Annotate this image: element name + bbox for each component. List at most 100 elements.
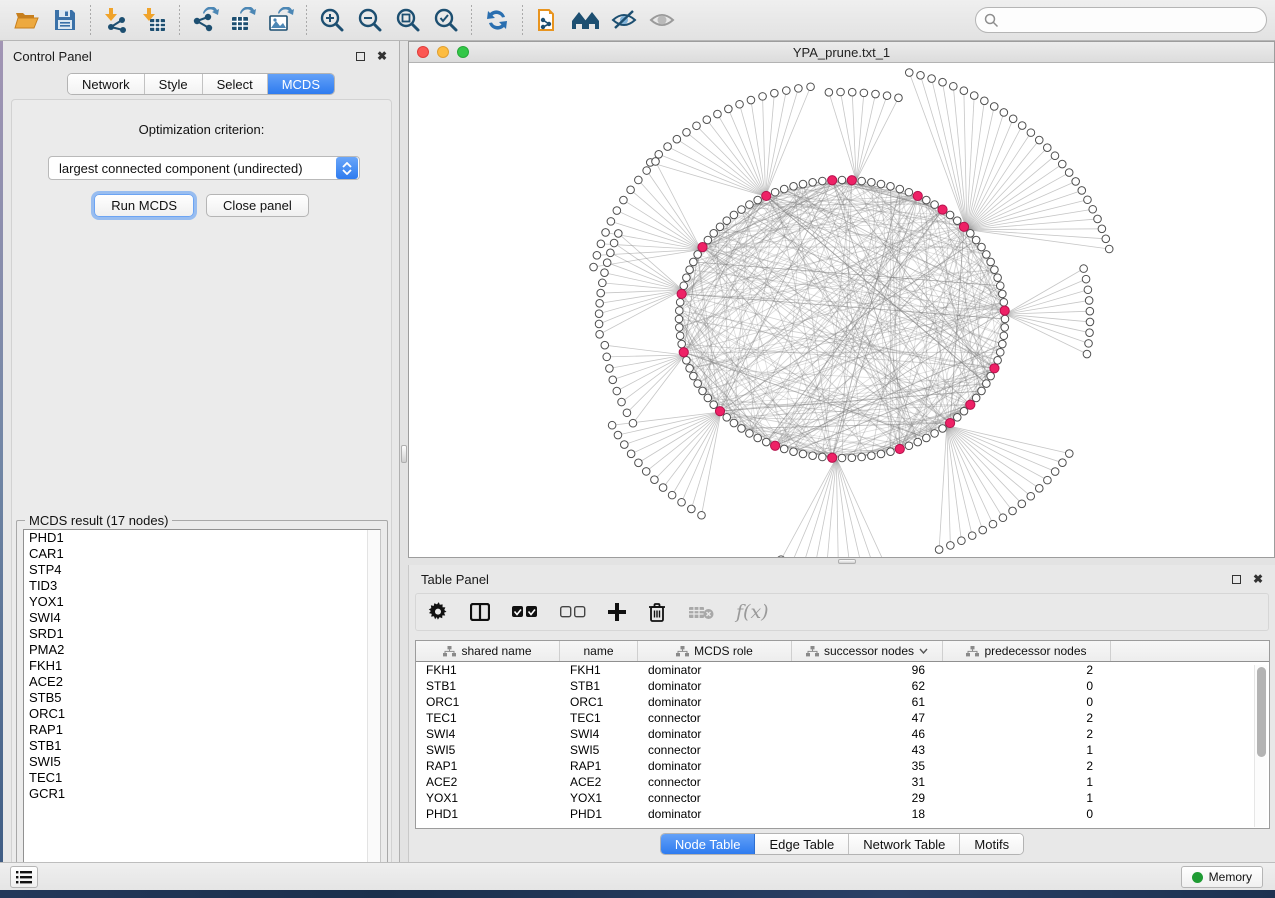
table-row[interactable]: ORC1ORC1dominator610 [416,694,1269,710]
table-row[interactable]: STB1STB1dominator620 [416,678,1269,694]
tab-style[interactable]: Style [145,74,203,94]
zoom-selected-icon[interactable] [427,3,465,37]
tab-edge-table[interactable]: Edge Table [755,834,849,854]
memory-button[interactable]: Memory [1181,866,1263,888]
shared-column-icon [676,646,689,657]
mcds-result-item[interactable]: YOX1 [24,594,380,610]
table-row[interactable]: PHD1PHD1dominator180 [416,806,1269,822]
mcds-result-item[interactable]: FKH1 [24,658,380,674]
tab-network-table[interactable]: Network Table [849,834,960,854]
search-input[interactable] [975,7,1267,33]
mcds-result-item[interactable]: CAR1 [24,546,380,562]
mcds-result-item[interactable]: PHD1 [24,530,380,546]
float-panel-icon[interactable] [353,49,367,63]
deselect-all-icon[interactable] [560,606,586,618]
mcds-result-item[interactable]: ORC1 [24,706,380,722]
add-column-icon[interactable] [608,603,626,621]
mcds-result-item[interactable]: TID3 [24,578,380,594]
function-builder-icon[interactable]: f(x) [736,601,769,623]
tab-node-table[interactable]: Node Table [661,834,756,854]
tab-mcds[interactable]: MCDS [268,74,334,94]
column-header-shared-name[interactable]: shared name [416,641,560,661]
mcds-result-item[interactable]: SWI4 [24,610,380,626]
criterion-dropdown[interactable]: largest connected component (undirected) [48,156,360,180]
hide-selection-icon[interactable] [605,3,643,37]
table-toolbar: f(x) [415,593,1269,631]
table-row[interactable]: RAP1RAP1dominator352 [416,758,1269,774]
network-from-document-icon[interactable] [529,3,567,37]
table-cell: connector [638,790,792,806]
column-header-successor-nodes[interactable]: successor nodes [792,641,943,661]
save-icon[interactable] [46,3,84,37]
maximize-window-icon[interactable] [457,46,469,58]
table-row[interactable]: ACE2ACE2connector311 [416,774,1269,790]
table-scrollbar-thumb[interactable] [1257,667,1266,757]
close-panel-icon[interactable]: ✖ [375,49,389,63]
close-window-icon[interactable] [417,46,429,58]
mcds-result-item[interactable]: PMA2 [24,642,380,658]
table-row[interactable]: FKH1FKH1dominator962 [416,662,1269,678]
network-window-titlebar[interactable]: YPA_prune.txt_1 [409,42,1274,63]
mcds-result-item[interactable]: GCR1 [24,786,380,802]
node-table-header: shared name name MCDS role successor nod… [416,641,1269,662]
mcds-result-item[interactable]: SWI5 [24,754,380,770]
mcds-result-item[interactable]: RAP1 [24,722,380,738]
first-neighbors-icon[interactable] [567,3,605,37]
delete-column-icon[interactable] [648,602,666,622]
column-header-predecessor-nodes[interactable]: predecessor nodes [943,641,1111,661]
table-tabbar: Node Table Edge Table Network Table Moti… [660,833,1024,855]
tab-select[interactable]: Select [203,74,268,94]
tab-motifs[interactable]: Motifs [960,834,1023,854]
table-cell: 2 [943,710,1111,726]
mcds-result-list[interactable]: PHD1CAR1STP4TID3YOX1SWI4SRD1PMA2FKH1ACE2… [23,529,381,873]
mcds-list-scrollbar[interactable] [367,530,380,872]
network-graph[interactable] [409,63,1274,557]
horizontal-splitter-handle[interactable] [838,559,856,564]
zoom-out-icon[interactable] [351,3,389,37]
zoom-in-icon[interactable] [313,3,351,37]
table-cell: TEC1 [416,710,560,726]
zoom-fit-icon[interactable] [389,3,427,37]
split-columns-icon[interactable] [470,603,490,621]
mcds-result-item[interactable]: STB1 [24,738,380,754]
export-table-icon[interactable] [224,3,262,37]
table-row[interactable]: TEC1TEC1connector472 [416,710,1269,726]
export-image-icon[interactable] [262,3,300,37]
run-mcds-button[interactable]: Run MCDS [94,194,194,217]
vertical-splitter[interactable] [400,41,408,862]
close-panel-button[interactable]: Close panel [206,194,309,217]
column-header-mcds-role[interactable]: MCDS role [638,641,792,661]
refresh-icon[interactable] [478,3,516,37]
main-toolbar [0,0,1275,41]
select-all-icon[interactable] [512,606,538,618]
export-network-icon[interactable] [186,3,224,37]
float-table-panel-icon[interactable] [1229,572,1243,586]
table-row[interactable]: SWI4SWI4dominator462 [416,726,1269,742]
table-cell: dominator [638,694,792,710]
minimize-window-icon[interactable] [437,46,449,58]
mcds-result-item[interactable]: TEC1 [24,770,380,786]
table-row[interactable]: YOX1YOX1connector291 [416,790,1269,806]
show-all-icon[interactable] [643,3,681,37]
table-settings-icon[interactable] [428,602,448,622]
mcds-result-item[interactable]: ACE2 [24,674,380,690]
desktop-wallpaper-bottom [0,890,1275,898]
table-cell: dominator [638,678,792,694]
close-table-panel-icon[interactable]: ✖ [1251,572,1265,586]
tab-network[interactable]: Network [68,74,145,94]
mcds-result-item[interactable]: STB5 [24,690,380,706]
table-row[interactable]: SWI5SWI5connector431 [416,742,1269,758]
import-table-icon[interactable] [135,3,173,37]
delete-table-icon[interactable] [688,604,714,620]
table-cell: 31 [792,774,943,790]
task-history-button[interactable] [10,866,38,888]
table-scrollbar[interactable] [1254,665,1267,827]
horizontal-splitter[interactable] [408,558,1275,565]
network-canvas[interactable] [409,63,1274,557]
mcds-result-item[interactable]: STP4 [24,562,380,578]
mcds-result-item[interactable]: SRD1 [24,626,380,642]
open-icon[interactable] [8,3,46,37]
column-header-name[interactable]: name [560,641,638,661]
import-network-icon[interactable] [97,3,135,37]
vertical-splitter-handle[interactable] [401,445,407,463]
